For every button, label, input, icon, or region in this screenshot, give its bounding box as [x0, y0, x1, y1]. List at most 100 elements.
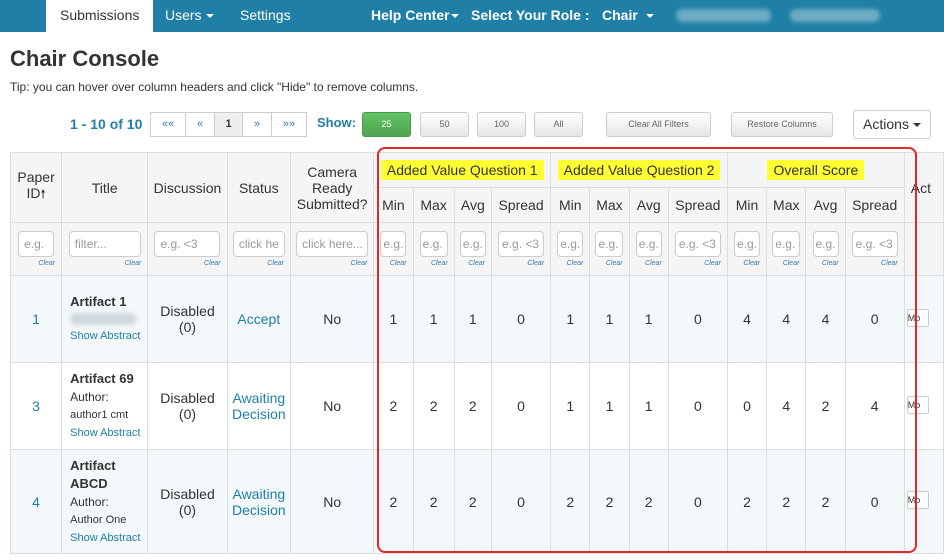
header-overall-min[interactable]: Min	[726, 187, 768, 223]
status-line-2: Decision	[231, 406, 286, 422]
filter-q1-spread-input[interactable]	[498, 231, 545, 257]
nav-submissions[interactable]: Submissions	[46, 0, 154, 32]
page-size-50-button[interactable]: 50	[420, 112, 469, 137]
status-line-1: Awaiting	[232, 390, 286, 406]
more-button[interactable]: Mo	[906, 308, 929, 327]
paper-id-text[interactable]: 1	[32, 311, 40, 327]
filter-status-input[interactable]	[232, 231, 285, 257]
clear-link[interactable]: Clear	[455, 260, 490, 267]
nav-help-center[interactable]: Help Center	[371, 0, 459, 32]
paper-id-text[interactable]: 3	[32, 398, 40, 414]
filter-overall-min-input[interactable]	[734, 231, 761, 257]
clear-link[interactable]: Clear	[63, 260, 147, 267]
actions-dropdown-button[interactable]: Actions	[853, 110, 931, 139]
filter-overall-spread-input[interactable]	[851, 231, 898, 257]
header-paper-id[interactable]: Paper ID🠕	[9, 152, 63, 223]
filter-q2-spread-input[interactable]	[674, 231, 721, 257]
clear-link[interactable]: Clear	[12, 260, 61, 267]
clear-link[interactable]: Clear	[292, 260, 373, 267]
status-link[interactable]: Awaiting Decision	[232, 390, 286, 422]
filter-q1-min-input[interactable]	[380, 231, 407, 257]
filter-camera-input[interactable]	[296, 231, 369, 257]
page-size-100-button[interactable]: 100	[477, 112, 526, 137]
clear-link[interactable]: Clear	[669, 260, 726, 267]
clear-link[interactable]: Clear	[492, 260, 549, 267]
filter-overall-avg-input[interactable]	[812, 231, 839, 257]
status-link[interactable]: Accept	[237, 311, 280, 327]
filter-q2-max-input[interactable]	[595, 231, 624, 257]
header-q2-max[interactable]: Max	[589, 187, 630, 223]
restore-columns-button[interactable]: Restore Columns	[731, 112, 833, 137]
page-size-all-button[interactable]: All	[534, 112, 583, 137]
clear-link[interactable]: Clear	[552, 260, 589, 267]
clear-link[interactable]: Clear	[375, 260, 412, 267]
header-q1-min[interactable]: Min	[373, 187, 414, 223]
nav-settings[interactable]: Settings	[240, 0, 291, 32]
discussion-count: (0)	[178, 501, 197, 518]
filter-paper-id-input[interactable]	[18, 231, 55, 257]
more-button[interactable]: Mo	[906, 395, 929, 414]
clear-link[interactable]: Clear	[228, 260, 289, 267]
header-q2-min[interactable]: Min	[550, 187, 591, 223]
score-overall-max: 4	[766, 362, 807, 450]
header-overall-max[interactable]: Max	[766, 187, 807, 223]
paper-id-link[interactable]: 4	[9, 449, 63, 554]
score-q2-min: 2	[550, 449, 591, 554]
show-abstract-link[interactable]: Show Abstract	[70, 327, 147, 345]
header-camera-ready[interactable]: Camera Ready Submitted?	[290, 152, 375, 223]
clear-link[interactable]: Clear	[149, 260, 226, 267]
clear-link[interactable]: Clear	[591, 260, 628, 267]
header-group-question-2[interactable]: Added Value Question 2	[550, 152, 728, 188]
clear-link[interactable]: Clear	[846, 260, 903, 267]
discussion-count: (0)	[178, 319, 197, 335]
header-overall-spread[interactable]: Spread	[844, 187, 905, 223]
paper-id-text[interactable]: 4	[32, 494, 40, 510]
paper-id-link[interactable]: 1	[9, 275, 63, 363]
filter-title-input[interactable]	[68, 231, 141, 257]
header-group-question-1[interactable]: Added Value Question 1	[373, 152, 552, 188]
chevron-down-icon	[205, 14, 214, 19]
header-q1-spread[interactable]: Spread	[490, 187, 552, 223]
header-q2-avg[interactable]: Avg	[628, 187, 669, 223]
show-abstract-link[interactable]: Show Abstract	[70, 424, 147, 442]
artifact-title: Artifact 69	[70, 371, 134, 386]
paper-id-link[interactable]: 3	[9, 362, 63, 450]
nav-users[interactable]: Users	[165, 0, 214, 32]
header-q1-max[interactable]: Max	[412, 187, 455, 223]
role-dropdown[interactable]: Chair	[602, 0, 654, 32]
more-button[interactable]: Mo	[906, 491, 929, 509]
clear-link[interactable]: Clear	[807, 260, 844, 267]
filter-q2-min-input[interactable]	[557, 231, 584, 257]
header-status[interactable]: Status	[226, 152, 292, 223]
result-range: 1 - 10 of 10	[70, 116, 143, 132]
clear-all-filters-button[interactable]: Clear All Filters	[606, 112, 711, 137]
score-q2-spread: 0	[667, 362, 728, 450]
clear-link[interactable]: Clear	[630, 260, 667, 267]
filter-overall-max-input[interactable]	[772, 231, 801, 257]
clear-link[interactable]: Clear	[768, 260, 805, 267]
header-group-overall-score[interactable]: Overall Score	[726, 152, 905, 188]
filter-q1-avg-input[interactable]	[459, 231, 486, 257]
last-page-button[interactable]: »»	[271, 112, 307, 137]
first-page-button[interactable]: ««	[150, 112, 186, 137]
header-title[interactable]: Title	[61, 152, 149, 223]
current-page-button[interactable]: 1	[214, 112, 243, 137]
header-actions[interactable]: Act	[903, 152, 944, 223]
header-q2-spread[interactable]: Spread	[667, 187, 728, 223]
filter-q2-avg-input[interactable]	[635, 231, 662, 257]
status-link[interactable]: Awaiting Decision	[232, 486, 286, 518]
page-size-25-button[interactable]: 25	[362, 112, 411, 137]
filter-discussion-input[interactable]	[154, 231, 221, 257]
header-overall-avg[interactable]: Avg	[805, 187, 846, 223]
clear-link[interactable]: Clear	[728, 260, 765, 267]
header-discussion[interactable]: Discussion	[147, 152, 228, 223]
next-page-button[interactable]: »	[242, 112, 272, 137]
header-camera-label-2: Ready	[311, 179, 353, 196]
filter-cell-paper-id: Clear	[9, 222, 63, 276]
header-q1-avg[interactable]: Avg	[453, 187, 492, 223]
filter-q1-max-input[interactable]	[419, 231, 448, 257]
clear-link[interactable]: Clear	[414, 260, 453, 267]
discussion-cell: Disabled (0)	[147, 449, 228, 554]
show-abstract-link[interactable]: Show Abstract	[70, 529, 147, 547]
prev-page-button[interactable]: «	[185, 112, 215, 137]
